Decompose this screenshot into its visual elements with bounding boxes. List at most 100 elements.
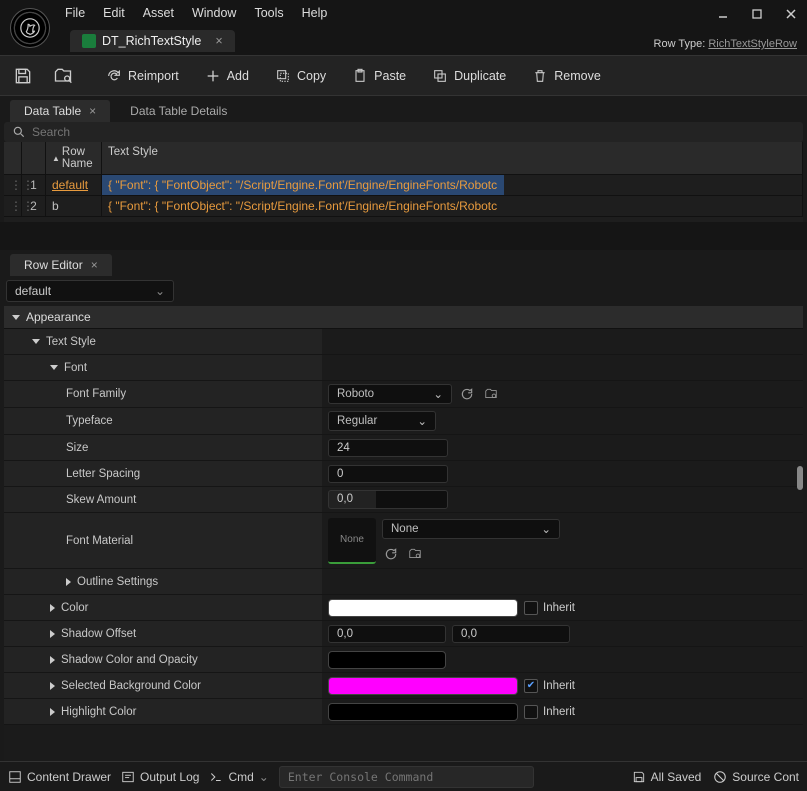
menu-file[interactable]: File [65,6,85,20]
shadow-offset-x-input[interactable] [328,625,446,643]
all-saved-button[interactable]: All Saved [632,770,702,784]
column-text-style[interactable]: Text Style [102,142,803,174]
save-button[interactable] [4,57,42,95]
inherit-checkbox[interactable]: ✔ [524,679,538,693]
output-log-button[interactable]: Output Log [121,770,199,784]
duplicate-button[interactable]: Duplicate [420,58,518,94]
font-material-dropdown[interactable]: None⌄ [382,519,560,539]
prop-color[interactable]: Color [4,595,322,620]
expand-icon [66,578,71,586]
maximize-button[interactable] [741,2,773,26]
paste-button[interactable]: Paste [340,58,418,94]
row-name: b [46,196,102,216]
inherit-checkbox[interactable] [524,601,538,615]
inherit-label: Inherit [543,706,575,718]
cmd-dropdown[interactable]: Cmd ⌄ [209,770,268,784]
expand-icon [32,339,40,344]
browse-icon[interactable] [482,385,500,403]
color-swatch[interactable] [328,599,518,617]
close-icon[interactable]: × [89,104,96,118]
drag-handle-icon[interactable]: ⋮⋮ [4,196,22,216]
prop-outline-settings[interactable]: Outline Settings [4,569,322,594]
inherit-label: Inherit [543,680,575,692]
reset-icon[interactable] [458,385,476,403]
prop-selected-bg[interactable]: Selected Background Color [4,673,322,698]
row-value: { "Font": { "FontObject": "/Script/Engin… [102,196,803,216]
highlight-swatch[interactable] [328,703,518,721]
file-tab-label: DT_RichTextStyle [102,34,201,48]
expand-icon [12,315,20,320]
row-selector-value: default [15,284,51,298]
chevron-down-icon: ⌄ [433,387,443,401]
prop-font-material-label: Font Material [4,513,322,568]
prop-shadow-color[interactable]: Shadow Color and Opacity [4,647,322,672]
skew-input[interactable]: 0,0 [328,490,448,509]
typeface-dropdown[interactable]: Regular⌄ [328,411,436,431]
prop-letter-spacing-label: Letter Spacing [4,461,322,486]
row-value: { "Font": { "FontObject": "/Script/Engin… [102,175,803,195]
browse-button[interactable] [44,57,82,95]
shadow-offset-y-input[interactable] [452,625,570,643]
close-button[interactable] [775,2,807,26]
reimport-label: Reimport [128,69,179,83]
search-icon [12,125,26,139]
tab-row-editor-label: Row Editor [24,258,83,272]
chevron-down-icon: ⌄ [259,770,269,784]
row-index: 2 [22,196,46,216]
prop-size-label: Size [4,435,322,460]
selected-bg-swatch[interactable] [328,677,518,695]
chevron-down-icon: ⌄ [155,284,165,298]
menu-window[interactable]: Window [192,6,236,20]
drag-handle-icon[interactable]: ⋮⋮ [4,175,22,195]
tab-row-editor[interactable]: Row Editor × [10,254,112,276]
console-input[interactable] [279,766,534,788]
font-family-dropdown[interactable]: Roboto⌄ [328,384,452,404]
menu-asset[interactable]: Asset [143,6,174,20]
minimize-button[interactable] [707,2,739,26]
tab-data-table[interactable]: Data Table × [10,100,110,122]
row-selector-dropdown[interactable]: default ⌄ [6,280,174,302]
copy-label: Copy [297,69,326,83]
expand-icon [50,682,55,690]
shadow-color-swatch[interactable] [328,651,446,669]
use-selected-icon[interactable] [382,545,400,563]
letter-spacing-input[interactable] [328,465,448,483]
prop-font-family-label: Font Family [4,381,322,407]
scrollbar[interactable] [797,466,803,490]
remove-button[interactable]: Remove [520,58,613,94]
menu-help[interactable]: Help [302,6,328,20]
duplicate-label: Duplicate [454,69,506,83]
browse-icon[interactable] [406,545,424,563]
prop-shadow-offset[interactable]: Shadow Offset [4,621,322,646]
close-icon[interactable]: × [91,258,98,272]
add-button[interactable]: Add [193,58,261,94]
menu-tools[interactable]: Tools [254,6,283,20]
search-input[interactable] [32,125,795,139]
category-appearance[interactable]: Appearance [4,306,803,329]
prop-font[interactable]: Font [4,355,322,380]
inherit-checkbox[interactable] [524,705,538,719]
row-name: default [46,175,102,195]
copy-button[interactable]: Copy [263,58,338,94]
size-input[interactable] [328,439,448,457]
source-control-button[interactable]: Source Cont [713,770,799,784]
table-row[interactable]: ⋮⋮ 2 b { "Font": { "FontObject": "/Scrip… [4,196,803,217]
row-type-link[interactable]: RichTextStyleRow [708,38,797,50]
column-row-name[interactable]: ▲Row Name [46,142,102,174]
prop-highlight[interactable]: Highlight Color [4,699,322,724]
chevron-down-icon: ⌄ [417,414,427,428]
file-tab[interactable]: DT_RichTextStyle × [70,30,235,52]
table-row[interactable]: ⋮⋮ 1 default { "Font": { "FontObject": "… [4,175,803,196]
menu-edit[interactable]: Edit [103,6,125,20]
material-thumbnail[interactable]: None [328,518,376,564]
prop-text-style[interactable]: Text Style [4,329,322,354]
datatable-icon [82,34,96,48]
reimport-button[interactable]: Reimport [94,58,191,94]
remove-label: Remove [554,69,601,83]
tab-data-table-details[interactable]: Data Table Details [116,100,241,122]
row-type-label: Row Type: [654,38,706,50]
add-label: Add [227,69,249,83]
close-tab-icon[interactable]: × [215,34,222,48]
expand-icon [50,630,55,638]
content-drawer-button[interactable]: Content Drawer [8,770,111,784]
